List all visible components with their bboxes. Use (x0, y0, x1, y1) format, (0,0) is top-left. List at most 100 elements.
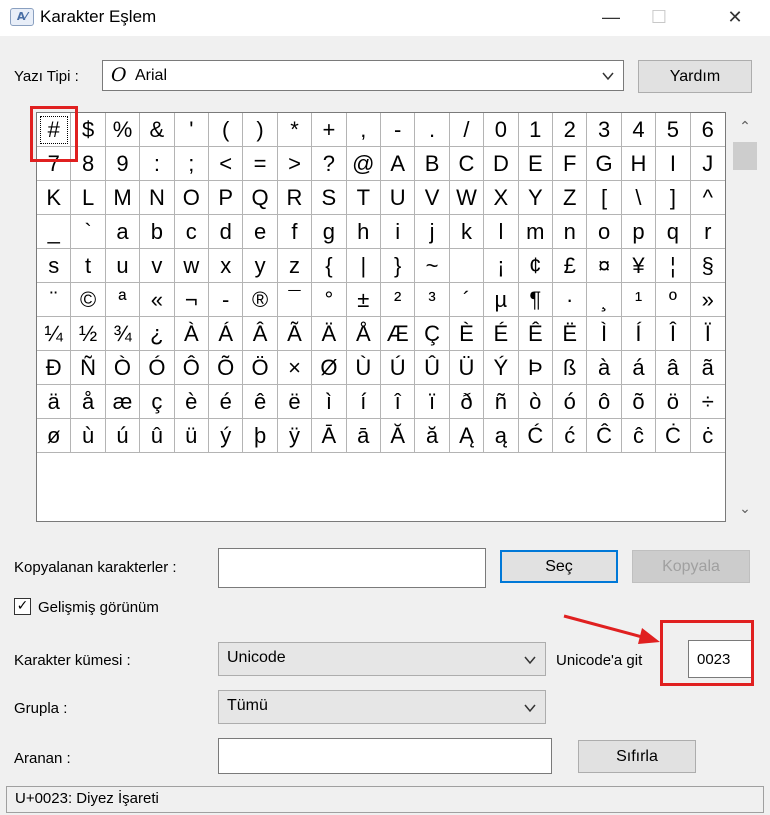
char-cell[interactable]: à (587, 351, 622, 385)
char-cell[interactable]: æ (105, 385, 141, 419)
char-cell[interactable]: ¶ (518, 283, 553, 317)
char-cell[interactable]: Ö (243, 351, 278, 385)
char-cell[interactable]: ¤ (587, 249, 622, 283)
char-cell[interactable]: Ç (415, 317, 450, 351)
char-cell[interactable]: b (140, 215, 175, 249)
scroll-thumb[interactable] (733, 142, 757, 170)
char-cell[interactable]: k (449, 215, 485, 249)
char-cell[interactable]: U (381, 181, 416, 215)
char-cell[interactable]: W (449, 181, 485, 215)
char-cell[interactable]: ì (312, 385, 347, 419)
char-cell[interactable]: ¬ (174, 283, 209, 317)
char-cell[interactable]: ¢ (518, 249, 553, 283)
char-cell[interactable]: 0 (484, 113, 519, 147)
char-cell[interactable]: è (174, 385, 209, 419)
char-cell[interactable]: ? (312, 147, 347, 181)
char-cell[interactable]: ß (553, 351, 588, 385)
char-cell[interactable]: O (174, 181, 209, 215)
char-cell[interactable]: N (140, 181, 175, 215)
char-cell[interactable]: Ê (518, 317, 553, 351)
char-cell[interactable]: Ä (312, 317, 347, 351)
char-cell[interactable]: X (484, 181, 519, 215)
char-cell[interactable]: Å (346, 317, 381, 351)
char-cell[interactable]: 6 (690, 113, 725, 147)
char-cell[interactable]: ý (209, 419, 244, 453)
char-cell[interactable]: d (209, 215, 244, 249)
char-cell[interactable]: ä (37, 385, 72, 419)
grid-scrollbar[interactable]: ⌃ ⌄ (730, 112, 760, 522)
char-cell[interactable]: Ì (587, 317, 622, 351)
char-cell[interactable]: Ù (346, 351, 381, 385)
char-cell[interactable]: Ó (140, 351, 175, 385)
char-cell[interactable]: û (140, 419, 175, 453)
char-cell[interactable]: j (415, 215, 450, 249)
char-cell[interactable]: Ò (105, 351, 141, 385)
char-cell[interactable]: ã (690, 351, 725, 385)
char-cell[interactable]: ø (37, 419, 72, 453)
char-cell[interactable]: ò (518, 385, 553, 419)
char-cell[interactable]: t (71, 249, 106, 283)
char-cell[interactable]: ± (346, 283, 381, 317)
char-cell[interactable]: , (346, 113, 381, 147)
char-cell[interactable]: õ (621, 385, 657, 419)
char-cell[interactable]: J (690, 147, 725, 181)
char-cell[interactable]: G (587, 147, 622, 181)
char-cell[interactable]: É (484, 317, 519, 351)
char-cell[interactable]: ¡ (484, 249, 519, 283)
char-cell[interactable]: ( (209, 113, 244, 147)
char-cell[interactable]: â (656, 351, 691, 385)
char-cell[interactable]: m (518, 215, 553, 249)
char-cell[interactable]: ½ (71, 317, 106, 351)
advanced-view-checkbox[interactable]: ✓ (14, 598, 31, 615)
char-cell[interactable]: Ý (484, 351, 519, 385)
char-cell[interactable]: } (381, 249, 416, 283)
char-cell[interactable]: * (277, 113, 313, 147)
char-cell[interactable]: Ą (449, 419, 485, 453)
char-cell[interactable]: a (105, 215, 141, 249)
char-cell[interactable]: 9 (105, 147, 141, 181)
char-cell[interactable]: o (587, 215, 622, 249)
char-cell[interactable]: Y (518, 181, 553, 215)
char-cell[interactable]: M (105, 181, 141, 215)
char-cell[interactable]: ¨ (37, 283, 72, 317)
char-cell[interactable]: Z (553, 181, 588, 215)
char-cell[interactable]: ć (553, 419, 588, 453)
char-cell[interactable]: » (690, 283, 725, 317)
char-cell[interactable]: ö (656, 385, 691, 419)
char-cell[interactable]: H (621, 147, 657, 181)
char-cell[interactable]: í (346, 385, 381, 419)
maximize-button[interactable]: ☐ (636, 0, 682, 36)
char-cell[interactable]: 3 (587, 113, 622, 147)
char-cell[interactable]: Ñ (71, 351, 106, 385)
char-cell[interactable]: ) (243, 113, 278, 147)
char-cell[interactable]: À (174, 317, 209, 351)
font-select[interactable]: O Arial (102, 60, 624, 91)
char-cell[interactable]: Â (243, 317, 278, 351)
char-cell[interactable]: Ð (37, 351, 72, 385)
char-cell[interactable]: « (140, 283, 175, 317)
char-cell[interactable]: { (312, 249, 347, 283)
char-cell[interactable]: ² (381, 283, 416, 317)
char-cell[interactable]: þ (243, 419, 278, 453)
char-cell[interactable]: e (243, 215, 278, 249)
char-cell[interactable]: E (518, 147, 553, 181)
char-cell[interactable]: µ (484, 283, 519, 317)
char-cell[interactable]: Ô (174, 351, 209, 385)
char-cell[interactable]: ü (174, 419, 209, 453)
select-button[interactable]: Seç (500, 550, 618, 583)
char-cell[interactable]: q (656, 215, 691, 249)
char-cell[interactable]: S (312, 181, 347, 215)
char-cell[interactable]: ê (243, 385, 278, 419)
char-cell[interactable]: V (415, 181, 450, 215)
char-cell[interactable]: ā (346, 419, 381, 453)
char-cell[interactable]: ç (140, 385, 175, 419)
char-cell[interactable]: ~ (415, 249, 450, 283)
char-cell[interactable]: Ā (312, 419, 347, 453)
char-cell[interactable]: p (621, 215, 657, 249)
char-cell[interactable]: ÷ (690, 385, 725, 419)
char-cell[interactable]: @ (346, 147, 381, 181)
char-cell[interactable]: Ë (553, 317, 588, 351)
copied-chars-input[interactable] (218, 548, 486, 588)
char-cell[interactable] (449, 249, 485, 283)
char-cell[interactable]: ï (415, 385, 450, 419)
